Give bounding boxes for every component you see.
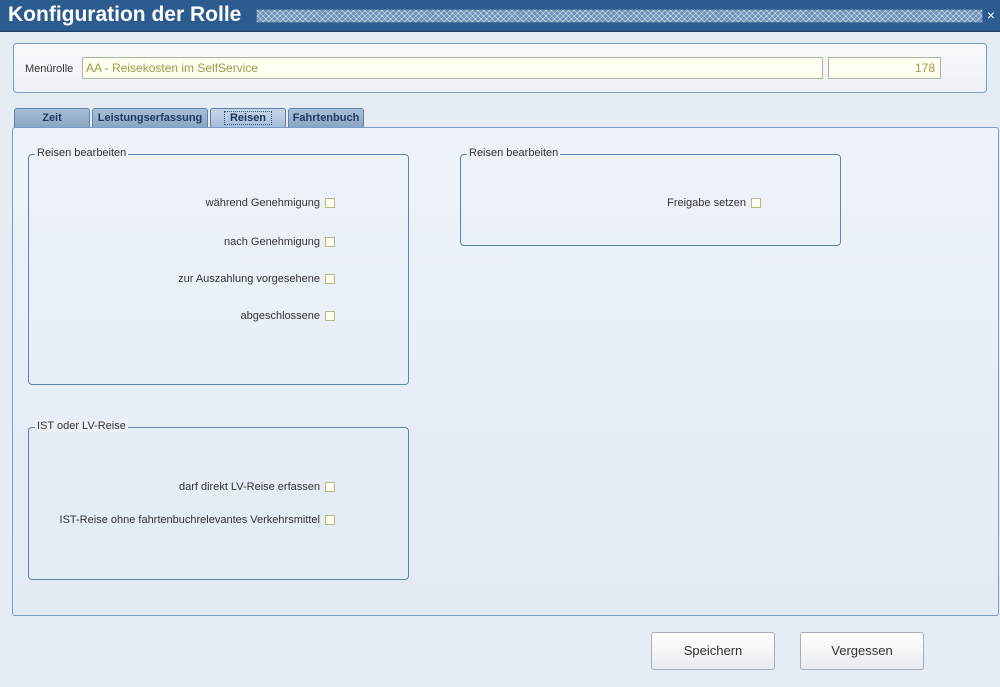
menurolle-name-field[interactable] [82, 57, 823, 79]
menurolle-panel: Menürolle [13, 43, 987, 93]
save-button[interactable]: Speichern [651, 632, 775, 670]
group-reisen-bearbeiten-right: Reisen bearbeiten Freigabe setzen [460, 147, 841, 246]
tab-leistungserfassung-label: Leistungserfassung [97, 112, 203, 124]
option-label-abgeschlossene: abgeschlossene [240, 310, 320, 322]
checkbox-nach-genehmigung[interactable] [325, 237, 335, 247]
menurolle-label: Menürolle [25, 63, 74, 75]
checkbox-abgeschlossene[interactable] [325, 311, 335, 321]
tab-zeit[interactable]: Zeit [14, 108, 90, 127]
option-label-zur-auszahlung: zur Auszahlung vorgesehene [178, 273, 320, 285]
title-bar: Konfiguration der Rolle × [0, 0, 1000, 32]
title-drag-handle[interactable] [256, 9, 983, 23]
group-title: Reisen bearbeiten [35, 147, 129, 159]
option-label-ist-reise-ohne-verkehrsmittel: IST-Reise ohne fahrtenbuchrelevantes Ver… [59, 514, 320, 526]
tab-leistungserfassung[interactable]: Leistungserfassung [92, 108, 208, 127]
close-icon[interactable]: × [984, 6, 998, 24]
checkbox-direkt-lv-reise[interactable] [325, 482, 335, 492]
window-title: Konfiguration der Rolle [8, 3, 242, 26]
tab-reisen[interactable]: Reisen [210, 108, 286, 127]
option-label-nach-genehmigung: nach Genehmigung [223, 236, 320, 248]
tab-fahrtenbuch-label: Fahrtenbuch [292, 112, 360, 124]
menurolle-id-field[interactable] [828, 57, 941, 79]
checkbox-ist-reise-ohne-verkehrsmittel[interactable] [325, 515, 335, 525]
option-label-freigabe-setzen: Freigabe setzen [667, 197, 746, 209]
checkbox-waehrend-genehmigung[interactable] [325, 198, 335, 208]
option-label-direkt-lv-reise: darf direkt LV-Reise erfassen [178, 481, 320, 493]
group-ist-lv-reise: IST oder LV-Reise darf direkt LV-Reise e… [28, 420, 409, 580]
checkbox-zur-auszahlung[interactable] [325, 274, 335, 284]
tab-content-panel: Reisen bearbeiten während Genehmigung na… [12, 127, 999, 616]
option-label-waehrend-genehmigung: während Genehmigung [205, 197, 320, 209]
discard-button[interactable]: Vergessen [800, 632, 924, 670]
tab-reisen-label: Reisen [223, 111, 273, 125]
checkbox-freigabe-setzen[interactable] [751, 198, 761, 208]
group-title: Reisen bearbeiten [467, 147, 561, 159]
group-title: IST oder LV-Reise [35, 420, 128, 432]
group-reisen-bearbeiten-left: Reisen bearbeiten während Genehmigung na… [28, 147, 409, 385]
tab-zeit-label: Zeit [42, 112, 62, 124]
tab-fahrtenbuch[interactable]: Fahrtenbuch [288, 108, 364, 127]
